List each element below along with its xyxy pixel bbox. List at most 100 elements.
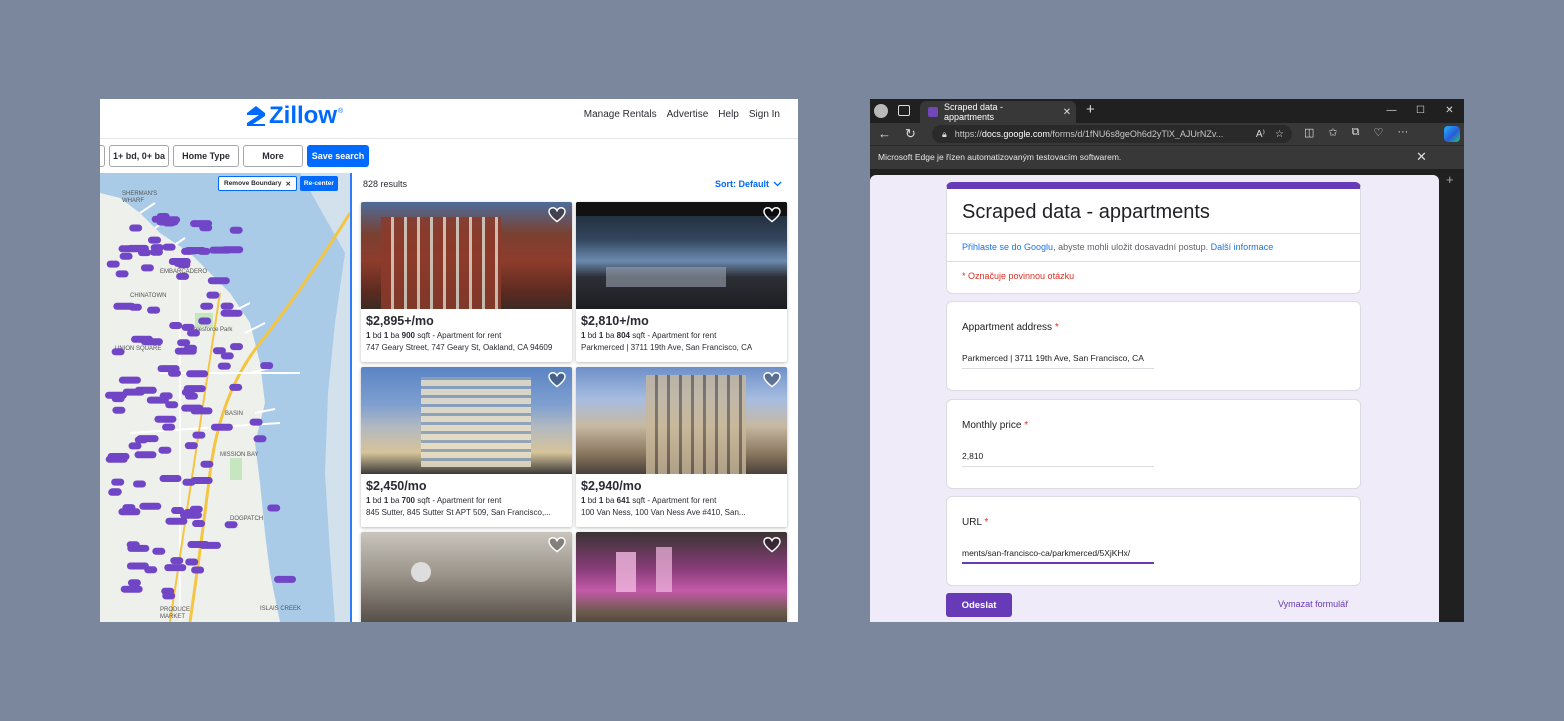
map-price-marker[interactable] <box>230 343 243 351</box>
copilot-icon[interactable] <box>1444 126 1460 142</box>
map-price-marker[interactable] <box>133 480 146 488</box>
map-price-marker[interactable] <box>152 547 166 555</box>
close-tab-icon[interactable]: ✕ <box>1058 107 1076 118</box>
map-price-marker[interactable] <box>220 302 234 310</box>
read-aloud-icon[interactable]: A⁾ <box>1256 129 1265 140</box>
map-price-marker[interactable] <box>200 460 214 468</box>
map-price-marker[interactable] <box>177 261 191 269</box>
map-price-marker[interactable] <box>118 376 141 384</box>
map-price-marker[interactable] <box>181 404 204 412</box>
map-price-marker[interactable] <box>147 306 161 314</box>
map-price-marker[interactable] <box>105 391 127 399</box>
map-price-marker[interactable] <box>170 557 184 565</box>
tab-actions-icon[interactable] <box>898 105 910 116</box>
map-price-marker[interactable] <box>122 504 136 512</box>
map-price-marker[interactable] <box>192 431 206 439</box>
recenter-button[interactable]: Re-center <box>299 176 338 191</box>
url-field[interactable]: ments/san-francisco-ca/parkmerced/5XjKHx… <box>962 546 1154 564</box>
map-price-marker[interactable] <box>220 309 243 317</box>
map[interactable]: SHERMAN'S WHARF EMBARCADERO CHINATOWN Sa… <box>100 173 350 622</box>
map-price-marker[interactable] <box>165 401 179 409</box>
map-price-marker[interactable] <box>144 566 158 574</box>
map-price-marker[interactable] <box>176 272 190 280</box>
listing-card[interactable]: $2,940/mo 1 bd 1 ba 641 sqft - Apartment… <box>576 367 787 527</box>
back-icon[interactable]: ← <box>878 126 891 142</box>
map-price-marker[interactable] <box>191 566 205 574</box>
map-canvas[interactable]: SHERMAN'S WHARF EMBARCADERO CHINATOWN Sa… <box>100 173 350 622</box>
map-price-marker[interactable] <box>210 423 233 431</box>
address-bar[interactable]: 🔒︎ https://docs.google.com/forms/d/1fNU6… <box>932 125 1292 143</box>
save-search-button[interactable]: Save search <box>307 145 369 167</box>
zillow-logo[interactable]: Zillow ® <box>246 102 343 130</box>
listing-photo[interactable] <box>576 532 787 622</box>
map-price-marker[interactable] <box>118 245 141 253</box>
map-price-marker[interactable] <box>115 270 129 278</box>
map-price-marker[interactable] <box>183 385 206 393</box>
clear-form-button[interactable]: Vymazat formulář <box>1278 599 1348 609</box>
listing-photo[interactable] <box>361 202 572 309</box>
map-price-marker[interactable] <box>162 243 176 251</box>
map-price-marker[interactable] <box>129 224 143 232</box>
map-price-marker[interactable] <box>229 226 243 234</box>
favorite-star-icon[interactable]: ☆ <box>1275 129 1284 140</box>
map-price-marker[interactable] <box>220 352 234 360</box>
map-price-marker[interactable] <box>229 383 243 391</box>
map-price-marker[interactable] <box>185 247 199 255</box>
heart-icon[interactable] <box>548 372 566 388</box>
address-url[interactable]: https://docs.google.com/forms/d/1fNU6s8g… <box>955 129 1248 139</box>
map-price-marker[interactable] <box>126 541 140 549</box>
sort-dropdown[interactable]: Sort: Default <box>715 179 782 189</box>
map-price-marker[interactable] <box>274 575 296 583</box>
map-price-marker[interactable] <box>164 564 187 572</box>
price-field[interactable]: 2,810 <box>962 449 1154 467</box>
map-price-marker[interactable] <box>209 246 232 254</box>
map-price-marker[interactable] <box>128 303 142 311</box>
map-price-marker[interactable] <box>184 442 198 450</box>
heart-icon[interactable] <box>763 207 781 223</box>
map-price-marker[interactable] <box>267 504 281 512</box>
map-price-marker[interactable] <box>180 511 202 519</box>
infobar-close-icon[interactable]: ✕ <box>1416 149 1427 165</box>
new-tab-icon[interactable]: + <box>1086 101 1095 118</box>
map-price-marker[interactable] <box>105 455 128 463</box>
map-price-marker[interactable] <box>189 505 203 513</box>
signin-link[interactable]: Přihlaste se do Googlu <box>962 242 1053 252</box>
heart-icon[interactable] <box>548 537 566 553</box>
favorites-icon[interactable]: ✩ <box>1328 126 1337 139</box>
map-price-marker[interactable] <box>140 264 154 272</box>
address-field[interactable]: Parkmerced | 3711 19th Ave, San Francisc… <box>962 351 1154 369</box>
map-price-marker[interactable] <box>161 587 175 595</box>
heart-icon[interactable] <box>763 537 781 553</box>
map-price-marker[interactable] <box>197 247 211 255</box>
map-price-marker[interactable] <box>127 579 141 587</box>
map-price-marker[interactable] <box>185 392 198 400</box>
map-price-marker[interactable] <box>148 236 161 244</box>
map-price-marker[interactable] <box>224 521 238 529</box>
map-price-marker[interactable] <box>134 451 157 459</box>
minimize-icon[interactable]: — <box>1377 99 1406 121</box>
profile-avatar[interactable] <box>874 104 888 118</box>
filter-price-button[interactable] <box>100 145 105 167</box>
nav-advertise[interactable]: Advertise <box>667 109 709 120</box>
more-menu-icon[interactable]: ··· <box>1397 126 1408 139</box>
map-price-marker[interactable] <box>260 362 274 370</box>
map-price-marker[interactable] <box>159 475 182 482</box>
map-price-marker[interactable] <box>198 317 212 325</box>
nav-sign-in[interactable]: Sign In <box>749 109 780 120</box>
map-price-marker[interactable] <box>139 502 162 510</box>
map-price-marker[interactable] <box>149 248 163 256</box>
map-price-marker[interactable] <box>108 488 122 496</box>
performance-icon[interactable]: ♡ <box>1373 126 1383 139</box>
heart-icon[interactable] <box>763 372 781 388</box>
nav-help[interactable]: Help <box>718 109 739 120</box>
map-price-marker[interactable] <box>158 446 172 454</box>
map-price-marker[interactable] <box>207 277 230 285</box>
map-price-marker[interactable] <box>186 370 209 378</box>
listing-photo[interactable] <box>576 202 787 309</box>
heart-icon[interactable] <box>548 207 566 223</box>
refresh-icon[interactable]: ↻ <box>905 126 916 142</box>
filter-beds-baths-button[interactable]: 1+ bd, 0+ ba <box>109 145 169 167</box>
filter-home-type-button[interactable]: Home Type <box>173 145 239 167</box>
map-price-marker[interactable] <box>156 218 179 226</box>
map-price-marker[interactable] <box>190 220 213 228</box>
